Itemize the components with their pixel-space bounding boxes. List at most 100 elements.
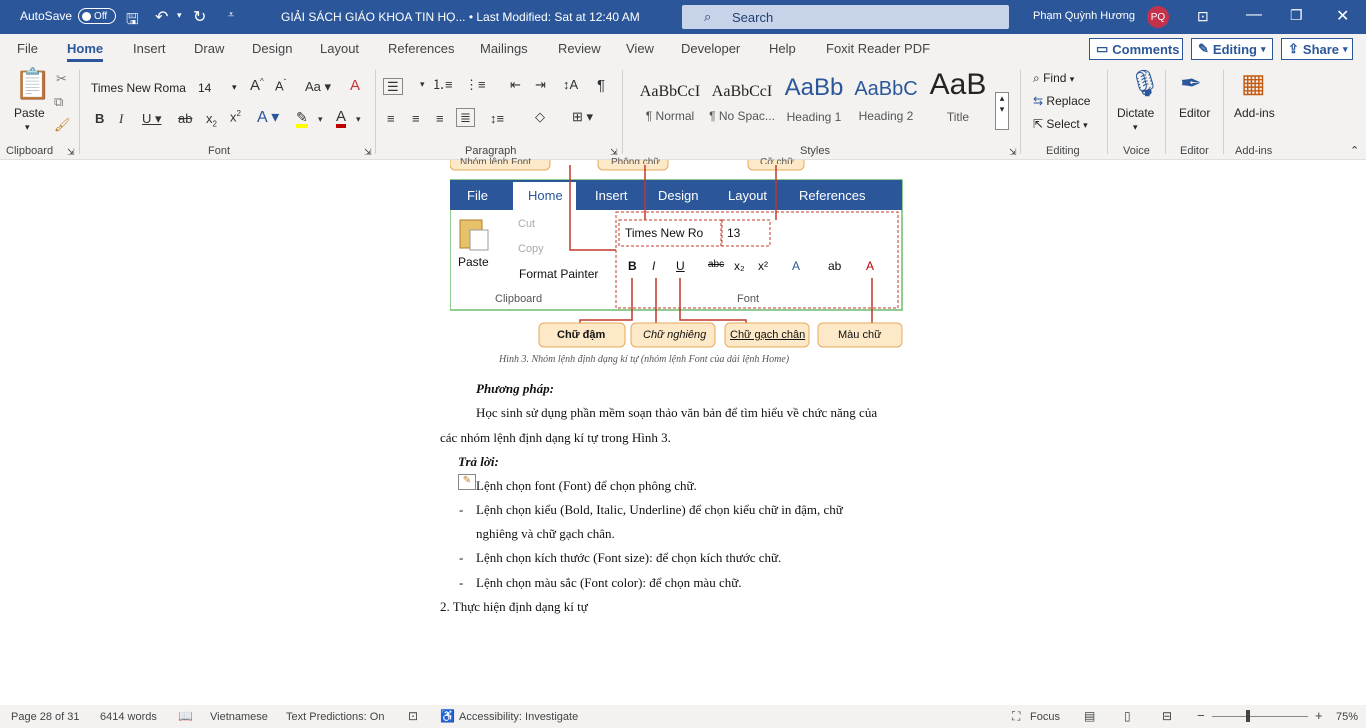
close-icon[interactable]: ✕ [1336, 6, 1349, 26]
increase-indent-icon[interactable]: ⇥ [535, 78, 546, 91]
editing-mode-button[interactable]: ✎ Editing ▾ [1191, 38, 1273, 60]
editor-icon[interactable]: ✒ [1180, 70, 1202, 96]
align-left-icon[interactable]: ≡ [387, 112, 395, 125]
zoom-slider-thumb[interactable] [1246, 710, 1250, 722]
replace-button[interactable]: ⇆ Replace [1033, 94, 1090, 108]
zoom-slider[interactable] [1212, 716, 1308, 717]
microphone-icon[interactable]: 🎙 [1128, 70, 1161, 96]
bullets-dropdown-icon[interactable]: ▾ [420, 80, 425, 89]
copy-icon[interactable]: ⧉ [54, 95, 63, 108]
save-icon[interactable]: 🖫 [126, 9, 139, 34]
style-title[interactable]: AaB Title [924, 68, 992, 124]
paste-button[interactable]: Paste [14, 106, 45, 120]
tab-draw[interactable]: Draw [194, 41, 224, 56]
change-case-icon[interactable]: Aa ▾ [305, 80, 331, 93]
read-mode-icon[interactable]: ▤ [1084, 709, 1095, 723]
undo-dropdown-icon[interactable]: ▾ [177, 10, 182, 21]
font-color-dropdown-icon[interactable]: ▾ [356, 115, 361, 124]
styles-launcher-icon[interactable]: ⇲ [1009, 148, 1017, 157]
paste-icon[interactable]: 📋 [14, 70, 51, 100]
tab-view[interactable]: View [626, 41, 654, 56]
underline-icon[interactable]: U ▾ [142, 112, 162, 125]
font-size-value[interactable]: 14 [198, 81, 211, 95]
align-right-icon[interactable]: ≡ [436, 112, 444, 125]
proofing-icon[interactable]: 📖 [178, 709, 193, 723]
tab-layout[interactable]: Layout [320, 41, 359, 56]
dictate-button[interactable]: Dictate [1117, 106, 1154, 120]
zoom-in-icon[interactable]: + [1315, 708, 1323, 723]
tab-foxit[interactable]: Foxit Reader PDF [826, 41, 930, 56]
dictate-dropdown-icon[interactable]: ▾ [1133, 122, 1138, 133]
borders-icon[interactable]: ⊞ ▾ [572, 110, 593, 123]
tab-review[interactable]: Review [558, 41, 601, 56]
autosave-toggle[interactable]: Off [78, 8, 117, 24]
shrink-font-icon[interactable]: Aˇ [275, 79, 286, 93]
clipboard-launcher-icon[interactable]: ⇲ [67, 148, 75, 157]
page-count[interactable]: Page 28 of 31 [11, 711, 80, 723]
autosave[interactable]: AutoSave Off [20, 8, 117, 24]
decrease-indent-icon[interactable]: ⇤ [510, 78, 521, 91]
editor-button[interactable]: Editor [1179, 106, 1210, 120]
subscript-icon[interactable]: x2 [206, 112, 217, 129]
addins-icon[interactable]: ▦ [1241, 70, 1266, 96]
minimize-icon[interactable]: — [1246, 6, 1262, 24]
language[interactable]: Vietnamese [210, 711, 268, 723]
bullets-icon[interactable]: ☰ [383, 78, 403, 95]
tab-file[interactable]: File [17, 41, 38, 56]
font-size-dropdown-icon[interactable]: ▾ [232, 82, 237, 93]
comments-button[interactable]: ▭ Comments [1089, 38, 1183, 60]
shading-icon[interactable]: ◇ [535, 110, 545, 123]
font-color-icon[interactable]: A [336, 109, 347, 128]
user-name[interactable]: Phạm Quỳnh Hương [1033, 10, 1135, 22]
tab-references[interactable]: References [388, 41, 454, 56]
paste-dropdown-icon[interactable]: ▾ [25, 122, 30, 133]
customize-qat-icon[interactable]: ⩡ [228, 9, 234, 22]
addins-button[interactable]: Add-ins [1234, 106, 1275, 120]
share-button[interactable]: ⇪ Share ▾ [1281, 38, 1353, 60]
styles-scroll[interactable]: ▴ ▾ [995, 92, 1009, 130]
search-box[interactable]: ⌕ Search [682, 5, 1009, 29]
tab-design[interactable]: Design [252, 41, 292, 56]
grow-font-icon[interactable]: A^ [250, 78, 264, 94]
web-layout-icon[interactable]: ⊟ [1162, 709, 1172, 723]
style-no-spacing[interactable]: AaBbCcI ¶ No Spac... [708, 72, 776, 123]
ribbon-display-icon[interactable]: ⊡ [1197, 8, 1209, 25]
avatar[interactable]: PQ [1147, 6, 1169, 28]
superscript-icon[interactable]: x2 [230, 110, 241, 124]
find-button[interactable]: ⌕ Find ▾ [1033, 71, 1074, 86]
font-name-dropdown[interactable]: Times New Roma 14 ▾ [88, 78, 242, 98]
undo-icon[interactable]: ↶ [155, 7, 168, 27]
tab-insert[interactable]: Insert [133, 41, 166, 56]
tab-mailings[interactable]: Mailings [480, 41, 528, 56]
justify-icon[interactable]: ≣ [456, 108, 475, 127]
style-normal[interactable]: AaBbCcI ¶ Normal [636, 72, 704, 123]
clear-formatting-icon[interactable]: A [350, 78, 360, 93]
restore-icon[interactable]: ❐ [1290, 7, 1303, 24]
format-painter-icon[interactable]: 🖌 [54, 118, 71, 131]
italic-icon[interactable]: I [119, 112, 123, 125]
style-heading-1[interactable]: AaBb Heading 1 [780, 72, 848, 124]
collapse-ribbon-icon[interactable]: ⌃ [1350, 146, 1359, 157]
highlight-icon[interactable]: ✎ [296, 110, 308, 128]
sort-icon[interactable]: ↕A [563, 78, 578, 91]
highlight-dropdown-icon[interactable]: ▾ [318, 115, 323, 124]
text-predictions[interactable]: Text Predictions: On [286, 711, 384, 723]
tab-developer[interactable]: Developer [681, 41, 740, 56]
zoom-level[interactable]: 75% [1336, 711, 1358, 723]
multilevel-list-icon[interactable]: ⋮≡ [465, 78, 486, 91]
focus-button[interactable]: Focus [1030, 711, 1060, 723]
accessibility-status[interactable]: Accessibility: Investigate [459, 711, 578, 723]
print-layout-icon[interactable]: ▯ [1124, 709, 1131, 723]
zoom-out-icon[interactable]: − [1197, 708, 1205, 723]
style-heading-2[interactable]: AaBbC Heading 2 [852, 72, 920, 123]
redo-icon[interactable]: ↻ [193, 7, 206, 27]
numbering-icon[interactable]: ⒈≡ [432, 78, 453, 91]
line-spacing-icon[interactable]: ↕≡ [490, 112, 504, 125]
word-count[interactable]: 6414 words [100, 711, 157, 723]
tab-help[interactable]: Help [769, 41, 796, 56]
document-title[interactable]: GIẢI SÁCH GIÁO KHOA TIN HỌ... • Last Mod… [281, 10, 640, 24]
bold-icon[interactable]: B [95, 112, 104, 125]
strikethrough-icon[interactable]: ab [178, 112, 192, 125]
tab-home[interactable]: Home [67, 41, 104, 62]
text-effects-icon[interactable]: A ▾ [257, 110, 279, 126]
